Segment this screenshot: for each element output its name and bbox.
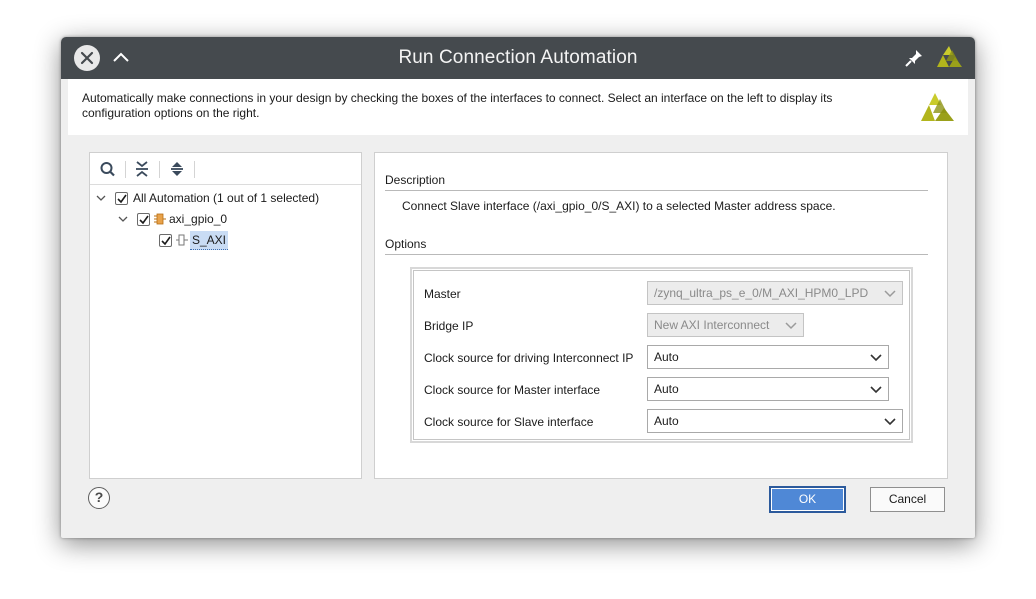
title-bar: Run Connection Automation bbox=[61, 37, 975, 79]
clock-interconnect-select-value: Auto bbox=[654, 350, 679, 364]
cancel-button[interactable]: Cancel bbox=[870, 487, 945, 512]
chevron-down-icon bbox=[785, 322, 797, 330]
search-icon bbox=[100, 162, 115, 177]
chevron-down-icon[interactable] bbox=[116, 212, 130, 226]
tree-checkbox-all-automation[interactable] bbox=[115, 191, 128, 205]
help-button[interactable]: ? bbox=[88, 487, 110, 509]
tree-toolbar bbox=[90, 153, 361, 185]
clock-slave-select-value: Auto bbox=[654, 414, 679, 428]
chevron-down-icon bbox=[870, 386, 882, 394]
option-label-master: Master bbox=[424, 287, 461, 301]
option-label-clock-interconnect: Clock source for driving Interconnect IP bbox=[424, 351, 634, 365]
clock-master-select[interactable]: Auto bbox=[647, 377, 889, 401]
expand-all-button[interactable] bbox=[167, 160, 187, 178]
search-button[interactable] bbox=[98, 160, 118, 178]
pin-icon bbox=[905, 50, 922, 67]
option-label-clock-slave: Clock source for Slave interface bbox=[424, 415, 594, 429]
chevron-down-icon bbox=[870, 354, 882, 362]
vivado-logo-icon bbox=[918, 91, 956, 125]
window-title: Run Connection Automation bbox=[398, 47, 638, 68]
tree-item-label: S_AXI bbox=[190, 230, 229, 250]
description-banner: Automatically make connections in your d… bbox=[68, 79, 968, 135]
pin-button[interactable] bbox=[904, 48, 926, 68]
description-text: Connect Slave interface (/axi_gpio_0/S_A… bbox=[402, 199, 836, 213]
tree-item-s-axi[interactable]: S_AXI bbox=[159, 230, 229, 250]
options-header: Options bbox=[385, 237, 928, 255]
chevron-down-icon bbox=[884, 290, 896, 298]
run-connection-automation-dialog: Run Connection Automation Automatically … bbox=[61, 37, 975, 538]
options-group: Master /zynq_ultra_ps_e_0/M_AXI_HPM0_LPD… bbox=[410, 267, 913, 443]
description-header: Description bbox=[385, 173, 928, 191]
chevron-down-icon[interactable] bbox=[94, 191, 108, 205]
tree-checkbox-s-axi[interactable] bbox=[159, 233, 172, 247]
ok-button[interactable]: OK bbox=[770, 487, 845, 512]
option-label-clock-master: Clock source for Master interface bbox=[424, 383, 601, 397]
tree-item-label: axi_gpio_0 bbox=[169, 212, 228, 226]
clock-slave-select[interactable]: Auto bbox=[647, 409, 903, 433]
interface-tree-panel: All Automation (1 out of 1 selected) axi… bbox=[89, 152, 362, 479]
vivado-logo-icon bbox=[934, 44, 964, 72]
chevron-down-icon bbox=[884, 418, 896, 426]
collapse-all-icon bbox=[136, 161, 148, 177]
tree-item-label: All Automation (1 out of 1 selected) bbox=[133, 191, 320, 205]
clock-master-select-value: Auto bbox=[654, 382, 679, 396]
ip-block-icon bbox=[154, 212, 166, 226]
master-select[interactable]: /zynq_ultra_ps_e_0/M_AXI_HPM0_LPD bbox=[647, 281, 903, 305]
option-label-bridge-ip: Bridge IP bbox=[424, 319, 474, 333]
tree-item-axi-gpio-0[interactable]: axi_gpio_0 bbox=[116, 209, 227, 229]
bridge-ip-select[interactable]: New AXI Interconnect bbox=[647, 313, 804, 337]
collapse-all-button[interactable] bbox=[132, 160, 152, 178]
interface-details-panel: Description Connect Slave interface (/ax… bbox=[374, 152, 948, 479]
tree-item-all-automation[interactable]: All Automation (1 out of 1 selected) bbox=[94, 188, 319, 208]
expand-all-icon bbox=[171, 162, 183, 176]
clock-interconnect-select[interactable]: Auto bbox=[647, 345, 889, 369]
bridge-ip-select-value: New AXI Interconnect bbox=[654, 318, 770, 332]
tree-checkbox-axi-gpio-0[interactable] bbox=[137, 212, 150, 226]
banner-description: Automatically make connections in your d… bbox=[82, 91, 833, 120]
master-select-value: /zynq_ultra_ps_e_0/M_AXI_HPM0_LPD bbox=[654, 286, 869, 300]
interface-pin-icon bbox=[176, 233, 188, 247]
